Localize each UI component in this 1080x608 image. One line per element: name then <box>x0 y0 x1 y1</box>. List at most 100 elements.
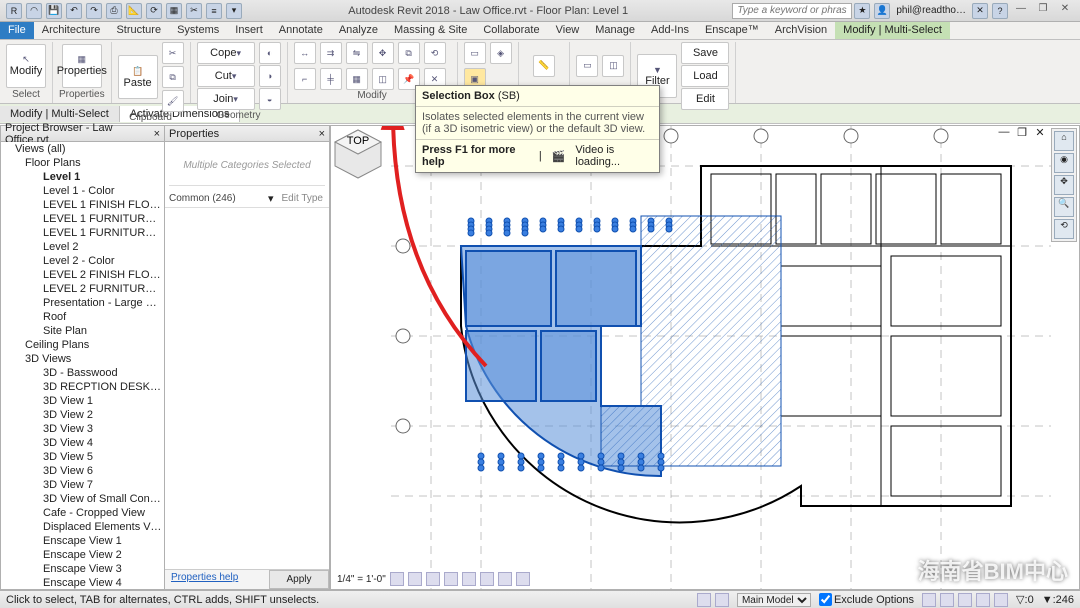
view-a-icon[interactable]: ▭ <box>464 42 486 64</box>
tab-architecture[interactable]: Architecture <box>34 22 109 39</box>
sel-drag-icon[interactable] <box>994 593 1008 607</box>
cope-button[interactable]: Cope▾ <box>197 42 255 64</box>
visual-style-icon[interactable] <box>408 572 422 586</box>
qat-section-icon[interactable]: ✂ <box>186 3 202 19</box>
drawing-canvas[interactable]: TOP ⌂ ◉ ✥ 🔍 ⟲ 1/4" = 1'-0" — ❐ ✕ <box>330 125 1080 590</box>
tab-manage[interactable]: Manage <box>587 22 643 39</box>
tree-node[interactable]: Level 1 - Color <box>1 184 164 198</box>
qat-undo-icon[interactable]: ↶ <box>66 3 82 19</box>
sign-in-icon[interactable]: 👤 <box>874 3 890 19</box>
panel-close-icon[interactable]: × <box>319 128 325 140</box>
qat-measure-icon[interactable]: 📐 <box>126 3 142 19</box>
shadows-icon[interactable] <box>444 572 458 586</box>
sun-path-icon[interactable] <box>426 572 440 586</box>
geom-b-icon[interactable]: ◑ <box>259 65 281 87</box>
load-sel-button[interactable]: Load <box>681 65 729 87</box>
save-sel-button[interactable]: Save <box>681 42 729 64</box>
tree-node[interactable]: Level 2 - Color <box>1 254 164 268</box>
tree-node[interactable]: LEVEL 2 FINISH FLOOR PLAN <box>1 268 164 282</box>
properties-button[interactable]: ▦Properties <box>62 44 102 88</box>
type-dropdown-icon[interactable]: ▾ <box>264 192 278 205</box>
worksets-icon[interactable] <box>697 593 711 607</box>
window-minimize-icon[interactable]: — <box>1010 3 1032 19</box>
scale-label[interactable]: 1/4" = 1'-0" <box>337 574 386 585</box>
tab-massing[interactable]: Massing & Site <box>386 22 475 39</box>
geom-a-icon[interactable]: ◐ <box>259 42 281 64</box>
tree-node[interactable]: 3D View 4 <box>1 436 164 450</box>
tree-node[interactable]: Displaced Elements View <box>1 520 164 534</box>
array-icon[interactable]: ▦ <box>346 68 368 90</box>
tree-node[interactable]: Views (all) <box>1 142 164 156</box>
copy-clipboard-button[interactable]: ⧉ <box>162 66 184 88</box>
apply-button[interactable]: Apply <box>269 570 329 589</box>
tree-node[interactable]: 3D Views <box>1 352 164 366</box>
properties-help-link[interactable]: Properties help <box>165 570 269 589</box>
tab-collaborate[interactable]: Collaborate <box>475 22 547 39</box>
copy-icon[interactable]: ⧉ <box>398 42 420 64</box>
cut-clipboard-button[interactable]: ✂ <box>162 42 184 64</box>
tab-enscape[interactable]: Enscape™ <box>697 22 767 39</box>
tree-node[interactable]: 3D View 2 <box>1 408 164 422</box>
panel-close-icon[interactable]: × <box>154 128 160 140</box>
design-options-icon[interactable] <box>715 593 729 607</box>
app-menu-icon[interactable]: R <box>6 3 22 19</box>
tree-node[interactable]: Roof <box>1 310 164 324</box>
sel-pinned-icon[interactable] <box>958 593 972 607</box>
tab-archvision[interactable]: ArchVision <box>767 22 835 39</box>
qat-open-icon[interactable]: ◠ <box>26 3 42 19</box>
tab-structure[interactable]: Structure <box>108 22 169 39</box>
detail-level-icon[interactable] <box>390 572 404 586</box>
nav-pan-icon[interactable]: ✥ <box>1054 175 1074 195</box>
help-icon[interactable]: ? <box>992 3 1008 19</box>
window-restore-icon[interactable]: ❐ <box>1032 3 1054 19</box>
tree-node[interactable]: Enscape View 4 <box>1 576 164 589</box>
join-button[interactable]: Join▾ <box>197 88 255 110</box>
offset-icon[interactable]: ⇉ <box>320 42 342 64</box>
tree-node[interactable]: LEVEL 1 FINISH FLOOR PLAN <box>1 198 164 212</box>
split-icon[interactable]: ╪ <box>320 68 342 90</box>
tab-addins[interactable]: Add-Ins <box>643 22 697 39</box>
tree-node[interactable]: 3D View 6 <box>1 464 164 478</box>
tab-modify-multiselect[interactable]: Modify | Multi-Select <box>835 22 950 39</box>
tree-node[interactable]: 3D View 7 <box>1 478 164 492</box>
tree-node[interactable]: Cafe - Cropped View <box>1 506 164 520</box>
tree-node[interactable]: 3D RECPTION DESK DETAIL <box>1 380 164 394</box>
paste-button[interactable]: 📋Paste <box>118 55 158 99</box>
trim-icon[interactable]: ⌐ <box>294 68 316 90</box>
tree-node[interactable]: 3D View 1 <box>1 394 164 408</box>
qat-3d-icon[interactable]: ▦ <box>166 3 182 19</box>
window-close-icon[interactable]: ✕ <box>1054 3 1076 19</box>
nav-home-icon[interactable]: ⌂ <box>1054 131 1074 151</box>
crop-icon[interactable] <box>462 572 476 586</box>
tree-node[interactable]: Level 1 <box>1 170 164 184</box>
view-b-icon[interactable]: ◈ <box>490 42 512 64</box>
mirror-icon[interactable]: ⇋ <box>346 42 368 64</box>
modify-button[interactable]: ↖Modify <box>6 44 46 88</box>
infocenter-star-icon[interactable]: ★ <box>854 3 870 19</box>
measure-icon[interactable]: 📏 <box>533 55 555 77</box>
edit-sel-button[interactable]: Edit <box>681 88 729 110</box>
tree-node[interactable]: Ceiling Plans <box>1 338 164 352</box>
cut-geom-button[interactable]: Cut▾ <box>197 65 255 87</box>
tree-node[interactable]: 3D - Basswood <box>1 366 164 380</box>
exchange-icon[interactable]: ✕ <box>972 3 988 19</box>
geom-c-icon[interactable]: ◒ <box>259 88 281 110</box>
tree-node[interactable]: 3D View 3 <box>1 422 164 436</box>
design-options-select[interactable]: Main Model <box>737 593 811 607</box>
tree-node[interactable]: Enscape View 3 <box>1 562 164 576</box>
sel-link-icon[interactable] <box>922 593 936 607</box>
exclude-options-checkbox[interactable]: Exclude Options <box>819 593 914 606</box>
tree-node[interactable]: 3D View of Small Conference <box>1 492 164 506</box>
tree-node[interactable]: Floor Plans <box>1 156 164 170</box>
nav-zoom-icon[interactable]: 🔍 <box>1054 197 1074 217</box>
tree-node[interactable]: 3D View 5 <box>1 450 164 464</box>
qat-thin-icon[interactable]: ≡ <box>206 3 222 19</box>
tree-node[interactable]: Enscape View 1 <box>1 534 164 548</box>
type-selector[interactable]: Common (246) <box>167 192 264 205</box>
create-b-icon[interactable]: ◫ <box>602 55 624 77</box>
qat-save-icon[interactable]: 💾 <box>46 3 62 19</box>
qat-sync-icon[interactable]: ⟳ <box>146 3 162 19</box>
hide-isolate-icon[interactable] <box>498 572 512 586</box>
tab-systems[interactable]: Systems <box>169 22 227 39</box>
move-icon[interactable]: ✥ <box>372 42 394 64</box>
